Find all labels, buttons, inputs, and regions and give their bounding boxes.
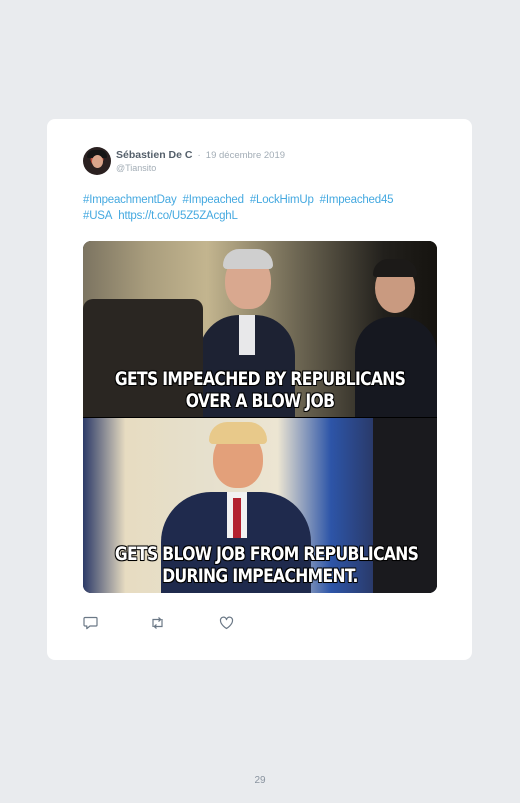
hashtag-impeached45[interactable]: #Impeached45: [320, 194, 394, 206]
tweet-text: #ImpeachmentDay #Impeached #LockHimUp #I…: [83, 193, 403, 224]
meme-top-caption: GETS IMPEACHED BY REPUBLICANS OVER A BLO…: [114, 368, 406, 412]
meme-bottom-caption-line2: DURING IMPEACHMENT.: [162, 565, 358, 587]
hashtag-lockhimup[interactable]: #LockHimUp: [250, 194, 314, 206]
heart-icon[interactable]: [219, 616, 235, 632]
meme-bottom-caption-line1: GETS BLOW JOB FROM REPUBLICANS: [114, 543, 419, 565]
hashtag-usa[interactable]: #USA: [83, 210, 112, 222]
page-number: 29: [254, 775, 266, 786]
tweet-card: Sébastien De C · 19 décembre 2019 @Tians…: [47, 119, 472, 660]
meme-top-caption-line1: GETS IMPEACHED BY REPUBLICANS: [114, 368, 406, 390]
avatar-face-shape: [92, 155, 103, 168]
hashtag-impeached[interactable]: #Impeached: [183, 194, 244, 206]
hashtag-impeachmentday[interactable]: #ImpeachmentDay: [83, 194, 177, 206]
author-handle[interactable]: @Tiansito: [116, 163, 156, 173]
tweet-media-image[interactable]: GETS IMPEACHED BY REPUBLICANS OVER A BLO…: [83, 241, 437, 593]
meme-top-panel: GETS IMPEACHED BY REPUBLICANS OVER A BLO…: [83, 241, 437, 417]
meme-bottom-caption: GETS BLOW JOB FROM REPUBLICANS DURING IM…: [114, 543, 419, 587]
author-line: Sébastien De C · 19 décembre 2019: [116, 149, 285, 161]
separator: ·: [197, 149, 201, 161]
author-name[interactable]: Sébastien De C: [116, 149, 192, 161]
tweet-link[interactable]: https://t.co/U5Z5ZAcghL: [118, 210, 238, 222]
comment-icon[interactable]: [83, 616, 99, 632]
meme-top-caption-line2: OVER A BLOW JOB: [185, 390, 335, 412]
tweet-date[interactable]: 19 décembre 2019: [206, 150, 285, 161]
avatar[interactable]: [83, 147, 111, 175]
meme-bottom-panel: GETS BLOW JOB FROM REPUBLICANS DURING IM…: [83, 418, 437, 593]
retweet-icon[interactable]: [149, 616, 165, 632]
